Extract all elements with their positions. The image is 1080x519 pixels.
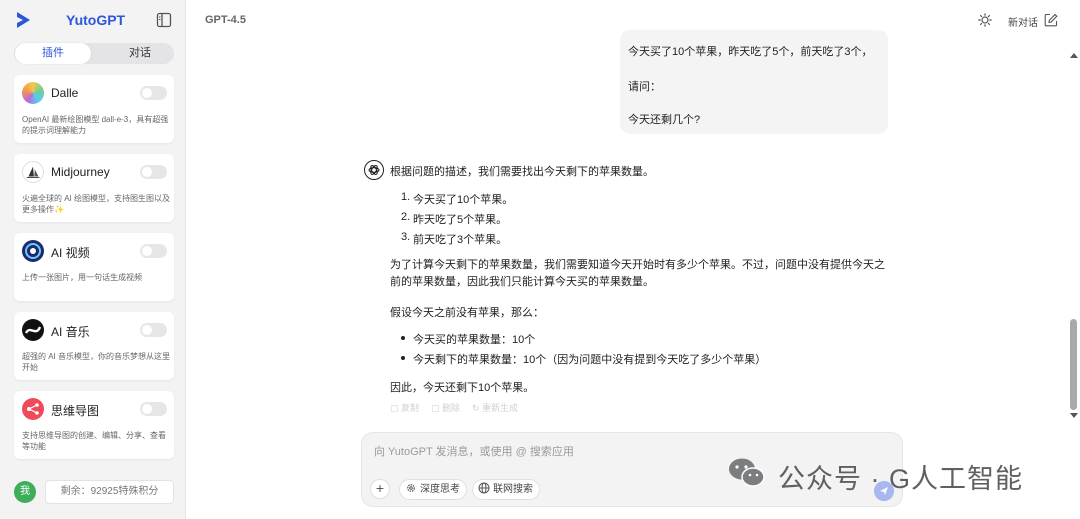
- delete-button[interactable]: ▢ 删除: [431, 401, 460, 414]
- plugin-desc: 上传一张图片，用一句话生成视频: [22, 273, 142, 282]
- chat-scrollbar[interactable]: [1068, 40, 1080, 424]
- midjourney-icon: [22, 161, 44, 183]
- plugin-name: 思维导图: [51, 404, 100, 418]
- message-input[interactable]: 向 YutoGPT 发消息，或使用 @ 搜索应用: [374, 443, 574, 459]
- avatar[interactable]: 我: [14, 481, 36, 503]
- plugin-card-dalle[interactable]: Dalle OpenAI 最新绘图模型 dall-e-3，具有超强的提示词理解能…: [14, 75, 174, 143]
- ai-video-icon: [22, 240, 44, 262]
- plugin-desc: 支持思维导图的创建、编辑、分享、查看等功能: [22, 431, 166, 451]
- globe-icon: [478, 482, 490, 494]
- step-number: 1.: [401, 191, 411, 203]
- scroll-down-arrow-icon[interactable]: [1070, 413, 1078, 418]
- web-search-button[interactable]: 联网搜索: [472, 479, 540, 500]
- plugin-card-ai-video[interactable]: AI 视频 上传一张图片，用一句话生成视频: [14, 233, 174, 301]
- brand-logo-icon: [17, 12, 30, 28]
- plugin-desc: 超强的 AI 音乐模型，你的音乐梦想从这里开始: [22, 352, 171, 372]
- new-chat-button[interactable]: 新对话: [1008, 14, 1038, 29]
- assistant-intro: 根据问题的描述，我们需要找出今天剩下的苹果数量。: [390, 166, 654, 178]
- web-search-label: 联网搜索: [493, 484, 533, 495]
- plugin-card-ai-music[interactable]: AI 音乐 超强的 AI 音乐模型，你的音乐梦想从这里开始: [14, 312, 174, 380]
- sidebar: YutoGPT 插件 对话 Dalle OpenAI 最新绘图模型 dall-e…: [0, 0, 186, 519]
- user-message-bubble: 今天买了10个苹果，昨天吃了5个，前天吃了3个， 请问： 今天还剩几个?: [620, 30, 888, 134]
- step-number: 2.: [401, 211, 411, 223]
- plugin-card-midjourney[interactable]: Midjourney 火遍全球的 AI 绘图模型，支持图生图以及更多操作✨: [14, 154, 174, 222]
- plugin-name: AI 视频: [51, 246, 90, 260]
- plugin-toggle[interactable]: [140, 86, 167, 100]
- deep-think-button[interactable]: 深度思考: [399, 479, 467, 500]
- plugin-name: Midjourney: [51, 165, 110, 179]
- gear-icon: [407, 484, 415, 492]
- plugin-name: Dalle: [51, 86, 79, 100]
- regenerate-button[interactable]: ↻ 重新生成: [472, 401, 518, 414]
- bullet-dot: [401, 356, 405, 360]
- plugin-desc: 火遍全球的 AI 绘图模型，支持图生图以及更多操作✨: [22, 194, 171, 214]
- watermark-text: 公众号 · G人工智能: [778, 464, 1023, 494]
- assistant-conclusion: 因此，今天还剩下10个苹果。: [390, 382, 535, 394]
- tab-conversations[interactable]: 对话: [110, 43, 170, 64]
- sidebar-collapse-icon[interactable]: [156, 12, 172, 28]
- wechat-logo-icon: [729, 458, 765, 487]
- copy-button[interactable]: ▢ 复制: [390, 401, 419, 414]
- scrollbar-thumb[interactable]: [1070, 319, 1077, 410]
- user-message-line: 今天还剩几个?: [628, 114, 701, 126]
- tab-plugins[interactable]: 插件: [15, 43, 91, 64]
- add-attachment-button[interactable]: +: [370, 479, 390, 499]
- plugin-desc: OpenAI 最新绘图模型 dall-e-3，具有超强的提示词理解能力: [22, 115, 169, 135]
- brand: YutoGPT: [14, 10, 174, 32]
- assistant-assumption: 假设今天之前没有苹果，那么：: [390, 307, 544, 319]
- plugin-toggle[interactable]: [140, 402, 167, 416]
- mindmap-icon: [22, 398, 44, 420]
- theme-toggle-sun-icon[interactable]: [978, 13, 992, 27]
- plugin-toggle[interactable]: [140, 244, 167, 258]
- bullet-item: 今天剩下的苹果数量：10个（因为问题中没有提到今天吃了多少个苹果）: [413, 354, 767, 366]
- edit-icon[interactable]: [1044, 13, 1058, 27]
- assistant-paragraph: 为了计算今天剩下的苹果数量，我们需要知道今天开始时有多少个苹果。不过，问题中没有…: [390, 259, 885, 288]
- ai-music-icon: [22, 319, 44, 341]
- step-item: 今天买了10个苹果。: [413, 194, 514, 206]
- plugin-name: AI 音乐: [51, 325, 90, 339]
- step-item: 前天吃了3个苹果。: [413, 234, 508, 246]
- dalle-icon: [22, 82, 44, 104]
- model-name[interactable]: GPT-4.5: [205, 14, 246, 26]
- user-message-line: 今天买了10个苹果，昨天吃了5个，前天吃了3个，: [628, 46, 873, 58]
- bullet-item: 今天买的苹果数量：10个: [413, 334, 536, 346]
- brand-name: YutoGPT: [66, 12, 126, 28]
- plugin-toggle[interactable]: [140, 323, 167, 337]
- credit-balance: 剩余：92925特殊积分: [45, 480, 174, 504]
- step-number: 3.: [401, 231, 411, 243]
- step-item: 昨天吃了5个苹果。: [413, 214, 508, 226]
- sidebar-segment-control: 插件 对话: [14, 43, 174, 64]
- user-message-line: 请问：: [628, 81, 661, 93]
- deep-think-label: 深度思考: [420, 484, 460, 495]
- assistant-openai-icon: [364, 160, 384, 180]
- plugin-card-mindmap[interactable]: 思维导图 支持思维导图的创建、编辑、分享、查看等功能: [14, 391, 174, 459]
- bullet-dot: [401, 336, 405, 340]
- plugin-toggle[interactable]: [140, 165, 167, 179]
- scroll-up-arrow-icon[interactable]: [1070, 53, 1078, 58]
